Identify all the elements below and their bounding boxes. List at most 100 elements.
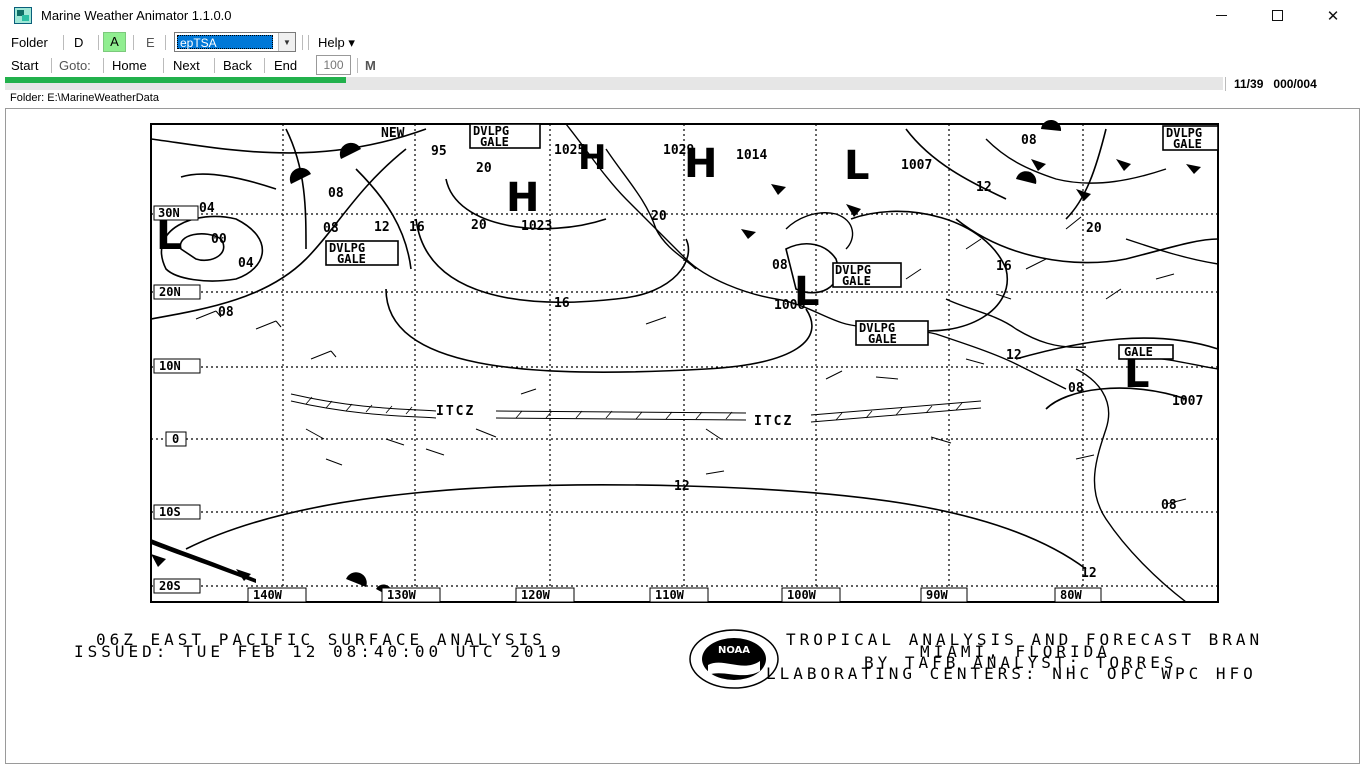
menu-separator	[165, 35, 166, 50]
isobar-label: 20	[651, 209, 667, 224]
lat-label: 10N	[159, 359, 181, 373]
isobar-label: 20	[1086, 221, 1102, 236]
frame-progress-bar[interactable]	[5, 77, 1223, 90]
product-select[interactable]: epTSA ▼	[174, 32, 296, 52]
minimize-button[interactable]	[1198, 0, 1244, 31]
menu-separator	[98, 35, 99, 50]
lon-label: 120W	[521, 588, 551, 602]
lat-label: 20N	[159, 285, 181, 299]
svg-text:GALE: GALE	[868, 332, 897, 346]
isobar-label: 16	[409, 220, 425, 235]
folder-menu[interactable]: Folder	[11, 34, 48, 52]
toolbar-separator	[51, 58, 52, 73]
svg-text:GALE: GALE	[480, 135, 509, 149]
isobar-label: 08	[1161, 498, 1177, 513]
chart-issued: ISSUED: TUE FEB 12 08:40:00 UTC 2019	[74, 642, 565, 661]
end-button[interactable]: End	[274, 57, 297, 74]
isobar-label: 08	[218, 305, 234, 320]
goto-label: Goto:	[59, 58, 91, 73]
chart-viewer[interactable]: H H H L L L L 1025 1023 1029 1014 1007 1…	[5, 108, 1360, 764]
noaa-logo-text: NOAA	[718, 645, 750, 656]
next-button[interactable]: Next	[173, 57, 200, 74]
toolbar-separator	[163, 58, 164, 73]
m-button[interactable]: M	[365, 57, 376, 74]
lon-label: 110W	[655, 588, 685, 602]
home-button[interactable]: Home	[112, 57, 147, 74]
lat-label: 20S	[159, 579, 181, 593]
pressure-label: 1007	[1172, 394, 1203, 409]
isobar-label: 08	[1068, 381, 1084, 396]
close-icon: ✕	[1326, 7, 1340, 25]
toolbar-separator	[214, 58, 215, 73]
isobar-label: 08	[328, 186, 344, 201]
step-input[interactable]: 100	[316, 55, 351, 75]
isobar-label: 08	[323, 221, 339, 236]
lon-label: 90W	[926, 588, 948, 602]
pressure-label: 1023	[521, 219, 552, 234]
isobar-label: 08	[1021, 133, 1037, 148]
isobar-label: 20	[476, 161, 492, 176]
drive-e-button[interactable]: E	[146, 34, 155, 52]
folder-path: Folder: E:\MarineWeatherData	[10, 92, 159, 104]
warning-label: GALE	[1124, 345, 1153, 359]
isobar-label: 16	[996, 259, 1012, 274]
lon-label: 140W	[253, 588, 283, 602]
sub-frame-index: 000/004	[1273, 77, 1317, 91]
isobar-label: 04	[199, 201, 215, 216]
pressure-label: 1029	[663, 143, 694, 158]
lon-label: 80W	[1060, 588, 1082, 602]
maximize-button[interactable]	[1254, 0, 1300, 31]
pressure-label: 1007	[901, 158, 932, 173]
drive-d-button[interactable]: D	[74, 34, 83, 52]
close-button[interactable]: ✕	[1310, 0, 1356, 31]
start-button[interactable]: Start	[11, 57, 38, 74]
low-center-3: L	[844, 143, 870, 189]
menu-separator	[308, 35, 309, 50]
drive-a-button[interactable]: A	[103, 32, 126, 52]
isobar-label: 20	[471, 218, 487, 233]
svg-text:GALE: GALE	[842, 274, 871, 288]
back-button[interactable]: Back	[223, 57, 252, 74]
title-bar: Marine Weather Animator 1.1.0.0 ✕	[0, 0, 1366, 31]
pressure-label: 1025	[554, 143, 585, 158]
toolbar-separator	[103, 58, 104, 73]
isobar-label: 16	[554, 296, 570, 311]
toolbar-separator	[264, 58, 265, 73]
app-icon	[14, 7, 32, 24]
isobar-label: 12	[374, 220, 390, 235]
lat-label: 30N	[158, 206, 180, 220]
menu-separator	[63, 35, 64, 50]
pressure-label: 1014	[736, 148, 767, 163]
pressure-label: 1006	[774, 298, 805, 313]
isobar-label: 12	[976, 180, 992, 195]
minimize-icon	[1215, 15, 1227, 16]
isobar-label: 95	[431, 144, 447, 159]
itcz-label: ITCZ	[436, 404, 475, 419]
isobar-label: 12	[1006, 348, 1022, 363]
progress-track	[5, 83, 1223, 90]
maximize-icon	[1271, 10, 1283, 21]
high-center-1: H	[506, 175, 539, 221]
menu-separator	[133, 35, 134, 50]
chevron-down-icon[interactable]: ▼	[278, 33, 295, 51]
svg-text:GALE: GALE	[1173, 137, 1202, 151]
product-select-value: epTSA	[177, 35, 273, 50]
isobar-label: 12	[674, 479, 690, 494]
frame-index: 11/39	[1234, 77, 1264, 91]
lon-label: 130W	[387, 588, 417, 602]
itcz-label: ITCZ	[754, 414, 793, 429]
lat-label: 0	[172, 432, 179, 446]
help-menu[interactable]: Help ▾	[318, 34, 355, 52]
collaborating-centers: LLABORATING CENTERS: NHC OPC WPC HFO	[766, 664, 1257, 683]
isobar-label: 00	[211, 232, 227, 247]
new-label: NEW	[381, 126, 405, 141]
lon-label: 100W	[787, 588, 817, 602]
menu-separator	[302, 35, 303, 50]
isobar-label: 12	[1081, 566, 1097, 581]
navigation-toolbar: Start Goto: Home Next Back End M	[0, 54, 1366, 77]
toolbar-separator	[357, 58, 358, 73]
svg-text:GALE: GALE	[337, 252, 366, 266]
isobar-label: 08	[772, 258, 788, 273]
lat-label: 10S	[159, 505, 181, 519]
frame-counter: 11/39 000/004	[1234, 77, 1317, 91]
